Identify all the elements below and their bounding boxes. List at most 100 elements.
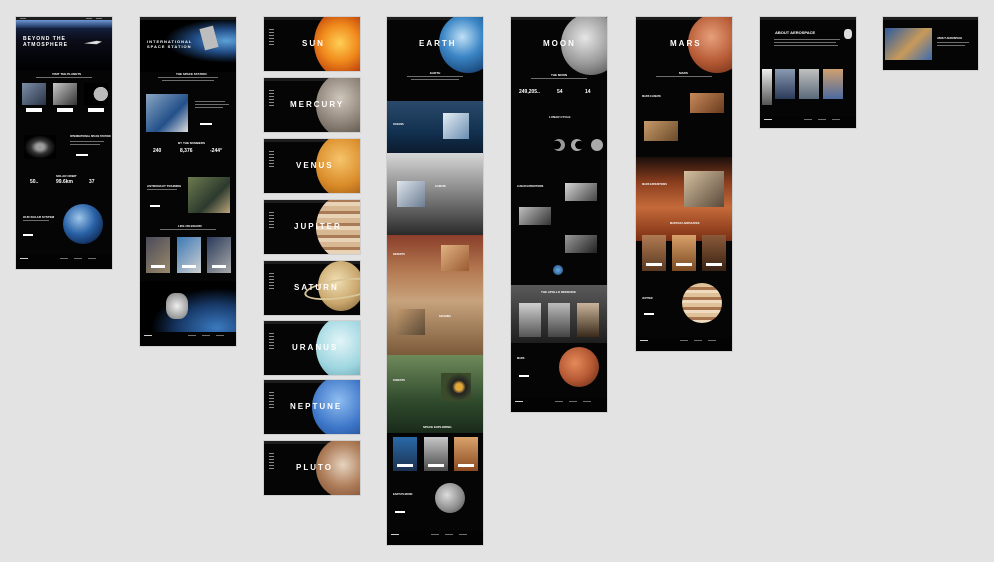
jupiter-button[interactable] bbox=[644, 313, 654, 315]
planet-title-saturn: SATURN bbox=[294, 283, 339, 292]
artboard-mercury[interactable]: MERCURY bbox=[264, 78, 360, 132]
elephant-image bbox=[395, 309, 425, 335]
artboard-uranus[interactable]: URANUS bbox=[264, 321, 360, 375]
moon-stat-2: 54 bbox=[557, 89, 563, 95]
card-button-2[interactable] bbox=[57, 108, 73, 112]
artboard-mars[interactable]: MARS MARS MARS CLIMATE MARS EXPEDITIONS … bbox=[636, 17, 732, 351]
explore-button-2[interactable] bbox=[428, 464, 444, 467]
moon-title: MOON bbox=[543, 39, 576, 48]
explore-button-3[interactable] bbox=[458, 464, 474, 467]
stat-2: 99.6km bbox=[56, 179, 73, 185]
section-space-station: THE SPACE STATION bbox=[176, 72, 207, 76]
mars-planet bbox=[559, 347, 599, 387]
landscape-button-2[interactable] bbox=[676, 263, 692, 266]
landscape-button-1[interactable] bbox=[646, 263, 662, 266]
solar-button[interactable] bbox=[23, 234, 33, 236]
moon-button[interactable] bbox=[395, 511, 405, 513]
earthrise-image bbox=[553, 265, 563, 275]
footer bbox=[760, 116, 856, 128]
section-savanna: SAVANNA bbox=[439, 315, 451, 318]
artboard-saturn[interactable]: SATURN bbox=[264, 261, 360, 315]
explore-button-1[interactable] bbox=[397, 464, 413, 467]
planet-title-pluto: PLUTO bbox=[296, 463, 333, 472]
perseverance-image bbox=[684, 171, 724, 207]
spacewalk-suit bbox=[166, 293, 188, 319]
footer bbox=[16, 255, 112, 269]
artboard-earth[interactable]: EARTH EARTH OCEANS CLIMATE DESERTS SAVAN… bbox=[387, 17, 483, 545]
hero-title-2: ATMOSPHERE bbox=[23, 42, 68, 48]
moon-phase-2 bbox=[571, 139, 583, 151]
artboard-neptune[interactable]: NEPTUNE bbox=[264, 380, 360, 434]
section-mars: MARS bbox=[679, 71, 688, 75]
artboard-iss[interactable]: INTERNATIONAL SPACE STATION THE SPACE ST… bbox=[140, 17, 236, 346]
earth-horizon bbox=[16, 20, 112, 28]
card-button-3[interactable] bbox=[88, 108, 104, 112]
planet-title-sun: SUN bbox=[302, 39, 325, 48]
card-button-1[interactable] bbox=[26, 108, 42, 112]
artboard-pluto[interactable]: PLUTO bbox=[264, 441, 360, 495]
read-more-button[interactable] bbox=[200, 123, 212, 125]
card-image-2 bbox=[53, 83, 77, 105]
astronaut-icon bbox=[844, 29, 852, 39]
training-image bbox=[188, 177, 230, 213]
apollo-image-3 bbox=[577, 303, 599, 337]
expedition-image-1 bbox=[565, 183, 597, 201]
section-mars-expeditions: MARS EXPEDITIONS bbox=[642, 183, 667, 186]
section-solar-orbit: SOLAR ORBIT bbox=[56, 174, 77, 178]
artboard-about[interactable]: ABOUT AEROSPACE bbox=[760, 17, 856, 128]
section-martian-landscapes: MARTIAN LANDSCAPES bbox=[670, 222, 700, 225]
section-oceans: OCEANS bbox=[393, 123, 404, 126]
section-forests: FORESTS bbox=[393, 379, 405, 382]
mars-button[interactable] bbox=[519, 375, 529, 377]
life-button-2[interactable] bbox=[182, 265, 196, 268]
planet-title-neptune: NEPTUNE bbox=[290, 402, 343, 411]
artboard-jupiter[interactable]: JUPITER bbox=[264, 200, 360, 254]
mini-title: ABOUT AEROSPACE bbox=[937, 37, 963, 40]
training-button[interactable] bbox=[150, 205, 160, 207]
section-deserts: DESERTS bbox=[393, 253, 405, 256]
expedition-image-3 bbox=[565, 235, 597, 253]
earth-title: EARTH bbox=[419, 39, 457, 48]
ocean-image bbox=[443, 113, 469, 139]
artboard-moon[interactable]: MOON THE MOON 249,205.. 54 14 LUNAR CYCL… bbox=[511, 17, 607, 412]
moon-stat-3: 14 bbox=[585, 89, 591, 95]
life-button-1[interactable] bbox=[151, 265, 165, 268]
apollo-image-2 bbox=[548, 303, 570, 337]
artboard-mini[interactable]: ABOUT AEROSPACE bbox=[883, 17, 978, 70]
artboard-sun[interactable]: SUN bbox=[264, 17, 360, 71]
section-earth: EARTH bbox=[430, 71, 441, 75]
stat-3: 37 bbox=[89, 179, 95, 185]
section-space-exploring: SPACE EXPLORING bbox=[423, 425, 452, 429]
about-image-1 bbox=[775, 69, 795, 99]
landscape-button-3[interactable] bbox=[706, 263, 722, 266]
footer bbox=[387, 531, 483, 545]
section-visit-planets: VISIT THE PLANETS bbox=[52, 72, 82, 76]
climate-image bbox=[397, 181, 425, 207]
stat-3: -244° bbox=[210, 148, 223, 154]
iss-button[interactable] bbox=[76, 154, 88, 156]
section-climate: CLIMATE bbox=[435, 185, 446, 188]
moon-phase-3 bbox=[591, 139, 603, 151]
moon-stat-1: 249,205.. bbox=[519, 89, 540, 95]
artboard-venus[interactable]: VENUS bbox=[264, 139, 360, 193]
mini-image bbox=[885, 28, 932, 60]
spacewalk-image bbox=[140, 281, 236, 333]
life-button-3[interactable] bbox=[212, 265, 226, 268]
section-apollo: THE APOLLO MISSIONS bbox=[541, 290, 576, 294]
stat-1: 50.. bbox=[30, 179, 39, 185]
planet-title-uranus: URANUS bbox=[292, 343, 339, 352]
artboard-home[interactable]: BEYOND THE ATMOSPHERE VISIT THE PLANETS … bbox=[16, 17, 112, 269]
toucan-image bbox=[441, 373, 471, 401]
iss-image bbox=[24, 135, 56, 159]
footer bbox=[636, 337, 732, 351]
footer bbox=[140, 332, 236, 346]
nav-bar bbox=[760, 17, 856, 20]
section-jupiter: JUPITER bbox=[642, 297, 653, 300]
rover-image bbox=[644, 121, 678, 141]
card-image-1 bbox=[22, 83, 46, 105]
stat-1: 240 bbox=[153, 148, 162, 154]
expedition-image-2 bbox=[519, 207, 551, 225]
section-lunar-expeditions: LUNAR EXPEDITIONS bbox=[517, 185, 544, 188]
section-life: LIFE ON BOARD bbox=[178, 224, 202, 228]
mars-title: MARS bbox=[670, 39, 702, 48]
